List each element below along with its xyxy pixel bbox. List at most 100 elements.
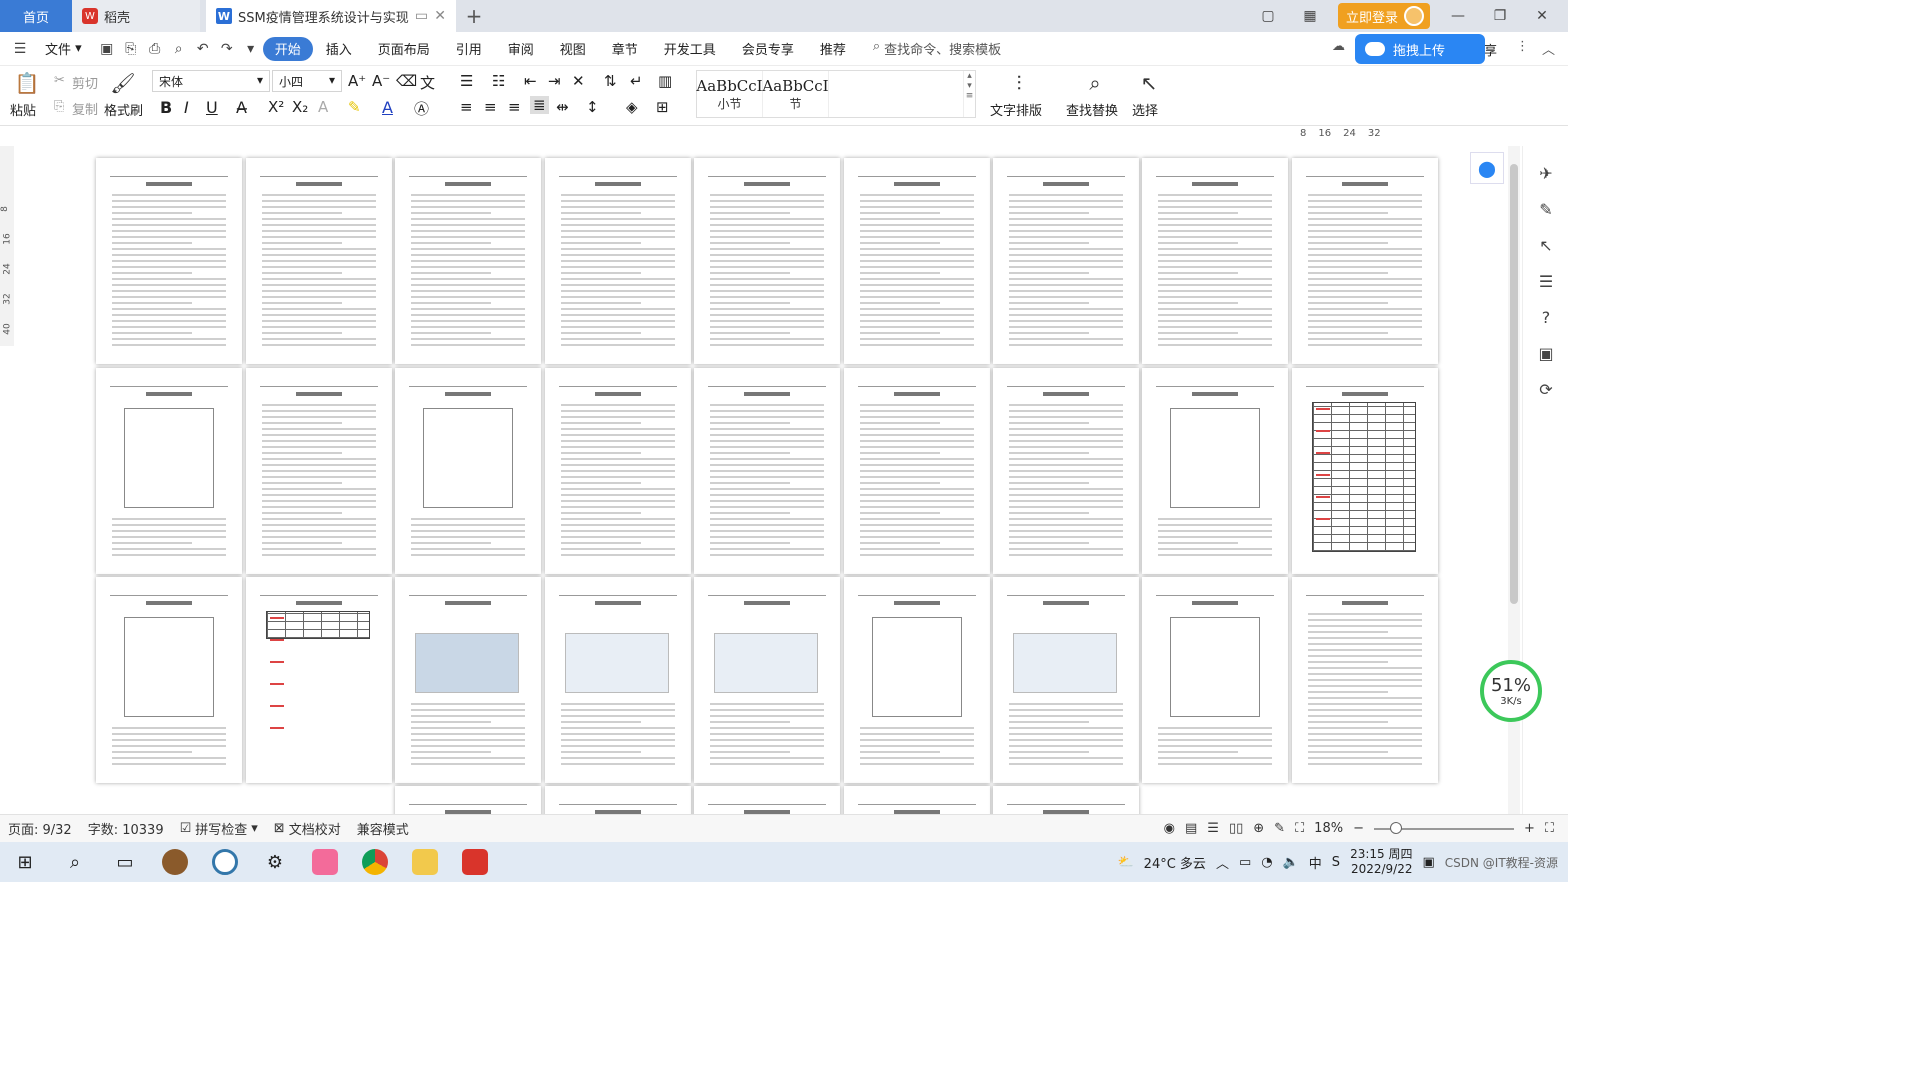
increase-indent-icon[interactable]: ⇥ — [548, 72, 561, 90]
tray-chevron-icon[interactable]: ︿ — [1216, 853, 1229, 872]
subscript-icon[interactable]: X₂ — [292, 98, 308, 116]
page-indicator[interactable]: 页面: 9/32 — [0, 819, 80, 838]
app-lala-icon[interactable] — [300, 842, 350, 882]
copy-button[interactable]: 复制 — [72, 99, 98, 118]
task-view-icon[interactable]: ▭ — [100, 842, 150, 882]
align-left-icon[interactable]: ≡ — [460, 98, 473, 116]
undo-icon[interactable]: ↶ — [191, 41, 215, 57]
page-thumbnail[interactable] — [993, 158, 1139, 364]
page-thumbnail[interactable] — [1142, 577, 1288, 783]
page-thumbnail[interactable] — [246, 368, 392, 574]
app-tray-icon[interactable]: S — [1332, 855, 1340, 870]
strikethrough-icon[interactable]: A̶ — [236, 98, 247, 117]
menu-review[interactable]: 审阅 — [495, 37, 547, 61]
underline-icon[interactable]: U — [206, 98, 218, 117]
line-spacing-icon[interactable]: ↕ — [586, 98, 599, 116]
print-icon[interactable]: ⎙ — [143, 41, 167, 57]
align-right-icon[interactable]: ≡ — [508, 98, 521, 116]
clock[interactable]: 23:15 周四 2022/9/22 — [1350, 847, 1412, 877]
spell-check[interactable]: ☑ 拼写检查 ▾ — [172, 819, 266, 838]
share-tool-icon[interactable]: ⟳ — [1536, 380, 1556, 400]
decrease-indent-icon[interactable]: ⇤ — [524, 72, 537, 90]
text-layout-icon[interactable]: ⫶ — [1006, 70, 1032, 96]
upload-button[interactable]: 拖拽上传 — [1355, 34, 1485, 64]
page-thumbnail[interactable] — [694, 786, 840, 814]
page-thumbnail[interactable] — [545, 368, 691, 574]
rocket-icon[interactable]: ✈ — [1536, 164, 1556, 184]
cloud-icon[interactable]: ☁ — [1332, 39, 1345, 54]
chinese-layout-icon[interactable]: ✕ — [572, 72, 585, 90]
command-search[interactable]: ⌕ 查找命令、搜索模板 — [859, 39, 1001, 58]
zoom-in-icon[interactable]: + — [1524, 821, 1535, 836]
format-painter-button[interactable]: 格式刷 — [104, 100, 143, 119]
volume-icon[interactable]: 🔈 — [1283, 855, 1299, 870]
page-thumbnail[interactable] — [395, 786, 541, 814]
menu-member[interactable]: 会员专享 — [729, 37, 807, 61]
format-painter-icon[interactable]: 🖌 — [110, 70, 136, 96]
menu-layout[interactable]: 页面布局 — [365, 37, 443, 61]
page-thumbnail[interactable] — [1142, 158, 1288, 364]
collapse-icon[interactable]: ︿ — [1542, 39, 1555, 58]
read-view-icon[interactable]: ▯▯ — [1229, 821, 1243, 836]
page-thumbnail[interactable] — [694, 158, 840, 364]
distribute-icon[interactable]: ⇹ — [556, 98, 569, 116]
help-icon[interactable]: ? — [1536, 308, 1556, 328]
page-thumbnail[interactable] — [844, 577, 990, 783]
hamburger-icon[interactable]: ☰ — [8, 41, 32, 57]
chevron-down-icon[interactable]: ▾ — [239, 41, 263, 57]
style-scroll-icon[interactable]: ▴ ▾ ≡ — [963, 71, 975, 117]
page-thumbnail[interactable] — [246, 577, 392, 783]
preview-icon[interactable]: ⌕ — [167, 41, 191, 57]
bold-icon[interactable]: B — [160, 98, 172, 117]
export-icon[interactable]: ⎘ — [119, 41, 143, 57]
page-thumbnail[interactable] — [694, 577, 840, 783]
select-button[interactable]: 选择 — [1132, 100, 1158, 119]
app-circle-icon[interactable] — [200, 842, 250, 882]
cut-button[interactable]: 剪切 — [72, 73, 98, 92]
zoom-out-icon[interactable]: − — [1353, 821, 1364, 836]
page-thumbnail[interactable] — [694, 368, 840, 574]
login-button[interactable]: 立即登录 — [1337, 3, 1430, 29]
menu-chapter[interactable]: 章节 — [599, 37, 651, 61]
layout-icon[interactable]: ▢ — [1254, 8, 1282, 24]
align-justify-icon[interactable]: ≣ — [530, 96, 549, 114]
zoom-slider-knob[interactable] — [1389, 821, 1402, 834]
cursor-icon[interactable]: ↖ — [1536, 236, 1556, 256]
pen-mode-icon[interactable]: ✎ — [1274, 821, 1285, 836]
image-tool-icon[interactable]: ▣ — [1536, 344, 1556, 364]
italic-icon[interactable]: I — [184, 98, 189, 117]
shrink-font-icon[interactable]: A⁻ — [372, 72, 390, 90]
align-center-icon[interactable]: ≡ — [484, 98, 497, 116]
settings-gear-icon[interactable]: ⚙ — [250, 842, 300, 882]
fullscreen-icon[interactable]: ⛶ — [1545, 821, 1554, 836]
page-thumbnail[interactable] — [993, 577, 1139, 783]
windows-start-icon[interactable]: ⊞ — [0, 842, 50, 882]
location-pin-icon[interactable]: ⬤ — [1470, 152, 1504, 184]
page-thumbnail[interactable] — [1292, 368, 1438, 574]
page-view-icon[interactable]: ▤ — [1185, 821, 1197, 836]
tab-straw[interactable]: W 稻壳 — [72, 0, 200, 32]
apps-grid-icon[interactable]: ▦ — [1296, 8, 1324, 24]
share-label[interactable]: 享 — [1484, 40, 1497, 59]
page-thumbnail[interactable] — [993, 786, 1139, 814]
font-size-select[interactable]: 小四 ▾ — [272, 70, 342, 92]
tab-document[interactable]: W SSM疫情管理系统设计与实现 ▭ ✕ — [206, 0, 456, 32]
scroll-thumb[interactable] — [1510, 164, 1518, 604]
menu-devtools[interactable]: 开发工具 — [651, 37, 729, 61]
copy-icon[interactable]: ⎘ — [54, 99, 64, 114]
page-thumbnail[interactable] — [96, 577, 242, 783]
char-border-icon[interactable]: Ⓐ — [414, 98, 429, 119]
save-icon[interactable]: ▣ — [95, 41, 119, 57]
menu-view[interactable]: 视图 — [547, 37, 599, 61]
ruler-toggle-icon[interactable]: ▥ — [658, 72, 672, 90]
paste-button[interactable]: 粘贴 — [10, 100, 36, 119]
text-effect-icon[interactable]: A — [318, 98, 328, 116]
close-window-icon[interactable]: ✕ — [1528, 8, 1556, 24]
more-icon[interactable]: ⋮ — [1516, 39, 1529, 54]
find-replace-icon[interactable]: ⌕ — [1082, 70, 1108, 96]
find-replace-button[interactable]: 查找替换 — [1066, 100, 1118, 119]
page-thumbnail[interactable] — [545, 786, 691, 814]
highlight-icon[interactable]: ✎ — [348, 98, 361, 116]
clear-format-icon[interactable]: ⌫ — [396, 72, 417, 90]
menu-file[interactable]: 文件 ▾ — [32, 37, 95, 61]
